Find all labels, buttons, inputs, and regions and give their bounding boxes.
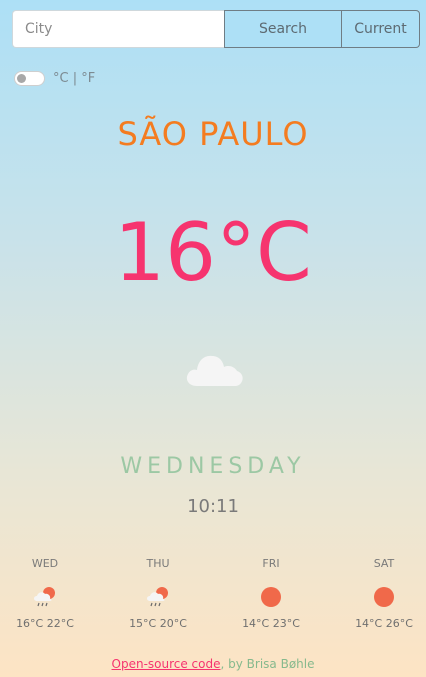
forecast-day-name: SAT [373,557,395,570]
forecast-temperature-range: 14°C 23°C [242,617,300,630]
unit-toggle-label: °C | °F [53,71,96,86]
rain-sun-icon [145,585,171,609]
city-search-input[interactable] [12,10,224,48]
forecast-day-name: FRI [262,557,280,570]
toggle-knob [17,74,26,83]
sun-icon [371,585,397,609]
current-temperature: 16°C [114,206,312,299]
forecast-day: THU 15°C 20°C [113,557,203,630]
footer: Open-source code, by Brisa Bøhle [0,657,426,671]
unit-toggle: °C | °F [14,71,95,86]
forecast-day-name: THU [146,557,170,570]
forecast-day: WED 16°C 22°C [0,557,90,630]
forecast-day-name: WED [31,557,59,570]
forecast-day: FRI 14°C 23°C [226,557,316,630]
source-code-link[interactable]: Open-source code [112,657,221,671]
forecast-day: SAT 14°C 26°C [339,557,426,630]
weekday: WEDNESDAY [120,454,306,479]
unit-toggle-switch[interactable] [14,71,45,86]
search-button[interactable]: Search [224,10,342,48]
forecast-temperature-range: 14°C 26°C [355,617,413,630]
local-time: 10:11 [187,496,239,517]
search-bar: Search Current [12,10,420,48]
rain-sun-icon [32,585,58,609]
footer-credit: , by Brisa Bøhle [220,657,315,671]
forecast-temperature-range: 16°C 22°C [16,617,74,630]
sun-icon [258,585,284,609]
cloud-icon [186,355,243,386]
forecast: WED 16°C 22°C THU 15°C 20°C FRI 14°C 23°… [0,557,426,637]
city-name: SÃO PAULO [117,115,309,153]
forecast-temperature-range: 15°C 20°C [129,617,187,630]
current-location-button[interactable]: Current [342,10,420,48]
